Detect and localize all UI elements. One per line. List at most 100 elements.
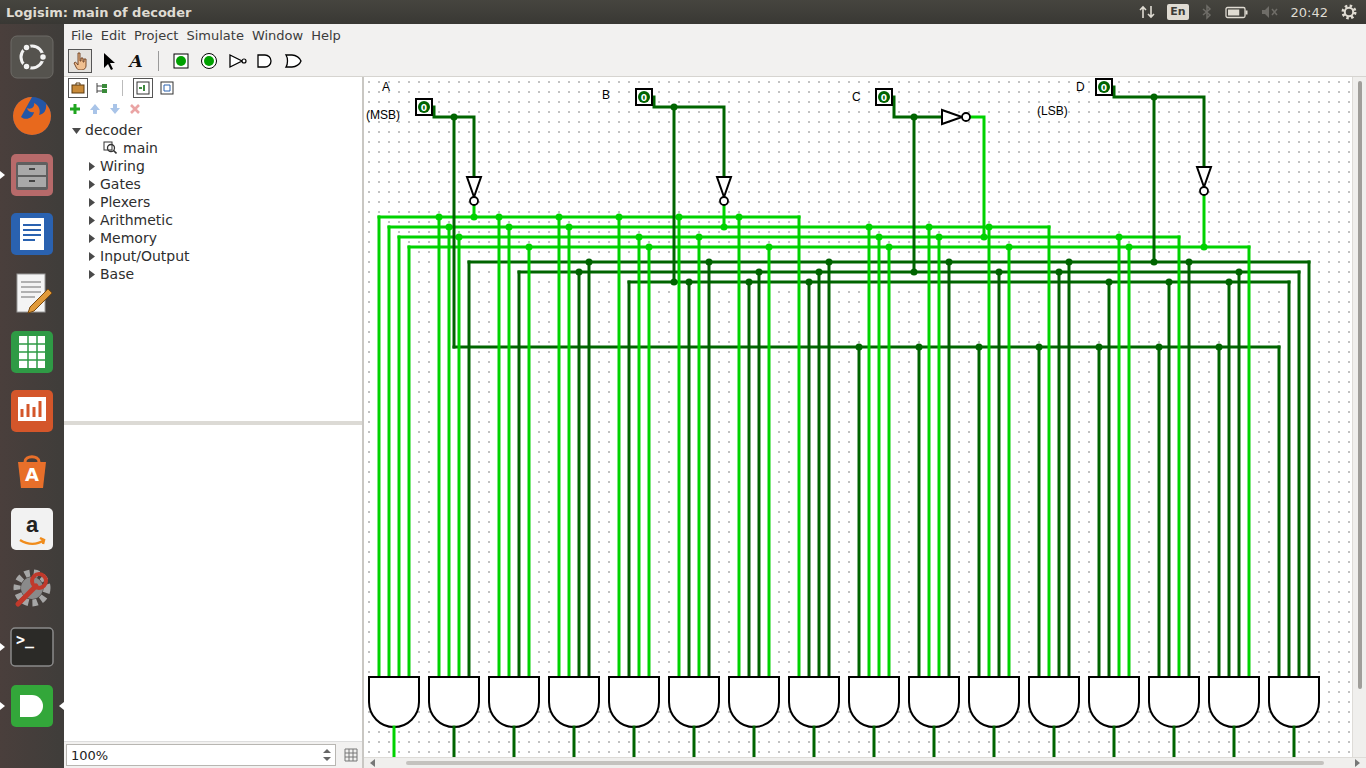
gate-input-wire[interactable] xyxy=(508,227,511,677)
bus-wire[interactable] xyxy=(399,236,1179,239)
gate-output-wire[interactable] xyxy=(513,727,516,757)
and-gate[interactable] xyxy=(1149,677,1199,757)
gate-input-wire[interactable] xyxy=(1308,262,1311,677)
menu-item[interactable]: Project xyxy=(130,28,182,43)
gate-input-wire[interactable] xyxy=(748,282,751,677)
gate-input-wire[interactable] xyxy=(988,227,991,677)
gate-input-wire[interactable] xyxy=(1068,262,1071,677)
and-gate[interactable] xyxy=(789,677,839,757)
gate-input-wire[interactable] xyxy=(858,347,861,677)
gate-input-wire[interactable] xyxy=(1158,347,1161,677)
text-tool[interactable]: A xyxy=(124,49,148,73)
scrollbar-thumb[interactable] xyxy=(1358,81,1362,689)
amazon-icon[interactable]: a xyxy=(8,505,56,553)
tree-item[interactable]: Base xyxy=(64,265,362,283)
menu-item[interactable]: Window xyxy=(248,28,307,43)
gate-input-wire[interactable] xyxy=(388,227,391,677)
horizontal-scrollbar[interactable] xyxy=(364,757,1366,768)
gate-input-wire[interactable] xyxy=(628,282,631,677)
gate-input-wire[interactable] xyxy=(498,217,501,677)
scroll-left-icon[interactable] xyxy=(368,758,378,768)
inverted-line-wire[interactable] xyxy=(970,117,984,237)
collapsed-arrow-icon[interactable] xyxy=(87,252,96,261)
gate-input-wire[interactable] xyxy=(1118,237,1121,677)
not-gate[interactable] xyxy=(717,177,731,205)
gate-output-wire[interactable] xyxy=(453,727,456,757)
true-line-wire[interactable] xyxy=(453,117,456,347)
pin-wire[interactable] xyxy=(892,97,942,117)
edit-appearance-button[interactable] xyxy=(157,78,177,98)
dash-icon[interactable] xyxy=(8,33,56,81)
poke-tool[interactable] xyxy=(68,49,92,73)
not-gate[interactable] xyxy=(467,177,481,205)
gate-input-wire[interactable] xyxy=(1228,282,1231,677)
collapsed-arrow-icon[interactable] xyxy=(87,162,96,171)
gate-input-wire[interactable] xyxy=(948,262,951,677)
and-gate[interactable] xyxy=(849,677,899,757)
gate-input-wire[interactable] xyxy=(1288,282,1291,677)
clock[interactable]: 20:42 xyxy=(1291,5,1328,20)
gate-input-wire[interactable] xyxy=(1038,347,1041,677)
gate-input-wire[interactable] xyxy=(458,237,461,677)
gate-input-wire[interactable] xyxy=(808,282,811,677)
terminal-icon[interactable]: >_ xyxy=(8,623,56,671)
gate-input-wire[interactable] xyxy=(1298,272,1301,677)
true-line-wire[interactable] xyxy=(913,117,916,272)
gate-input-wire[interactable] xyxy=(448,227,451,677)
gate-input-wire[interactable] xyxy=(438,217,441,677)
collapsed-arrow-icon[interactable] xyxy=(87,198,96,207)
menu-item[interactable]: File xyxy=(67,28,97,43)
gate-input-wire[interactable] xyxy=(528,247,531,677)
input-pin-tool[interactable] xyxy=(169,49,193,73)
gate-input-wire[interactable] xyxy=(1188,262,1191,677)
toolbox-button[interactable] xyxy=(68,78,88,98)
tree-item[interactable]: Plexers xyxy=(64,193,362,211)
gate-output-wire[interactable] xyxy=(753,727,756,757)
gate-input-wire[interactable] xyxy=(578,272,581,677)
collapsed-arrow-icon[interactable] xyxy=(87,180,96,189)
launcher-amazon[interactable]: a xyxy=(0,504,64,554)
firefox-icon[interactable] xyxy=(8,92,56,140)
gate-input-wire[interactable] xyxy=(1168,282,1171,677)
launcher-firefox[interactable] xyxy=(0,91,64,141)
gate-output-wire[interactable] xyxy=(1173,727,1176,757)
gate-output-wire[interactable] xyxy=(1233,727,1236,757)
launcher-impress[interactable] xyxy=(0,386,64,436)
gate-input-wire[interactable] xyxy=(398,237,401,677)
gate-output-wire[interactable] xyxy=(1113,727,1116,757)
gate-input-wire[interactable] xyxy=(758,272,761,677)
tree-item[interactable]: decoder xyxy=(64,121,362,139)
gate-input-wire[interactable] xyxy=(938,237,941,677)
launcher-settings[interactable] xyxy=(0,563,64,613)
vertical-scrollbar[interactable] xyxy=(1352,77,1366,757)
gate-input-wire[interactable] xyxy=(518,272,521,677)
and-gate[interactable] xyxy=(1089,677,1139,757)
launcher-logisim[interactable] xyxy=(0,681,64,731)
gate-input-wire[interactable] xyxy=(1098,347,1101,677)
calc-icon[interactable] xyxy=(8,328,56,376)
launcher-terminal[interactable]: >_ xyxy=(0,622,64,672)
menu-item[interactable]: Help xyxy=(307,28,345,43)
tree-item[interactable]: Memory xyxy=(64,229,362,247)
gate-input-wire[interactable] xyxy=(708,262,711,677)
gate-output-wire[interactable] xyxy=(933,727,936,757)
gate-input-wire[interactable] xyxy=(678,217,681,677)
gate-input-wire[interactable] xyxy=(568,227,571,677)
launcher-writer[interactable] xyxy=(0,209,64,259)
software-center-icon[interactable]: A xyxy=(8,446,56,494)
tree-item[interactable]: main xyxy=(64,139,362,157)
gate-input-wire[interactable] xyxy=(978,347,981,677)
menu-item[interactable]: Simulate xyxy=(182,28,247,43)
expanded-arrow-icon[interactable] xyxy=(72,126,81,135)
gate-output-wire[interactable] xyxy=(573,727,576,757)
simulation-tree-button[interactable] xyxy=(92,78,112,98)
bluetooth-icon[interactable] xyxy=(1201,4,1213,20)
gate-output-wire[interactable] xyxy=(693,727,696,757)
scroll-right-icon[interactable] xyxy=(1352,758,1362,768)
gate-input-wire[interactable] xyxy=(998,272,1001,677)
gate-input-wire[interactable] xyxy=(918,347,921,677)
output-pin-tool[interactable] xyxy=(197,49,221,73)
collapsed-arrow-icon[interactable] xyxy=(87,234,96,243)
gate-output-wire[interactable] xyxy=(813,727,816,757)
gate-output-wire[interactable] xyxy=(993,727,996,757)
